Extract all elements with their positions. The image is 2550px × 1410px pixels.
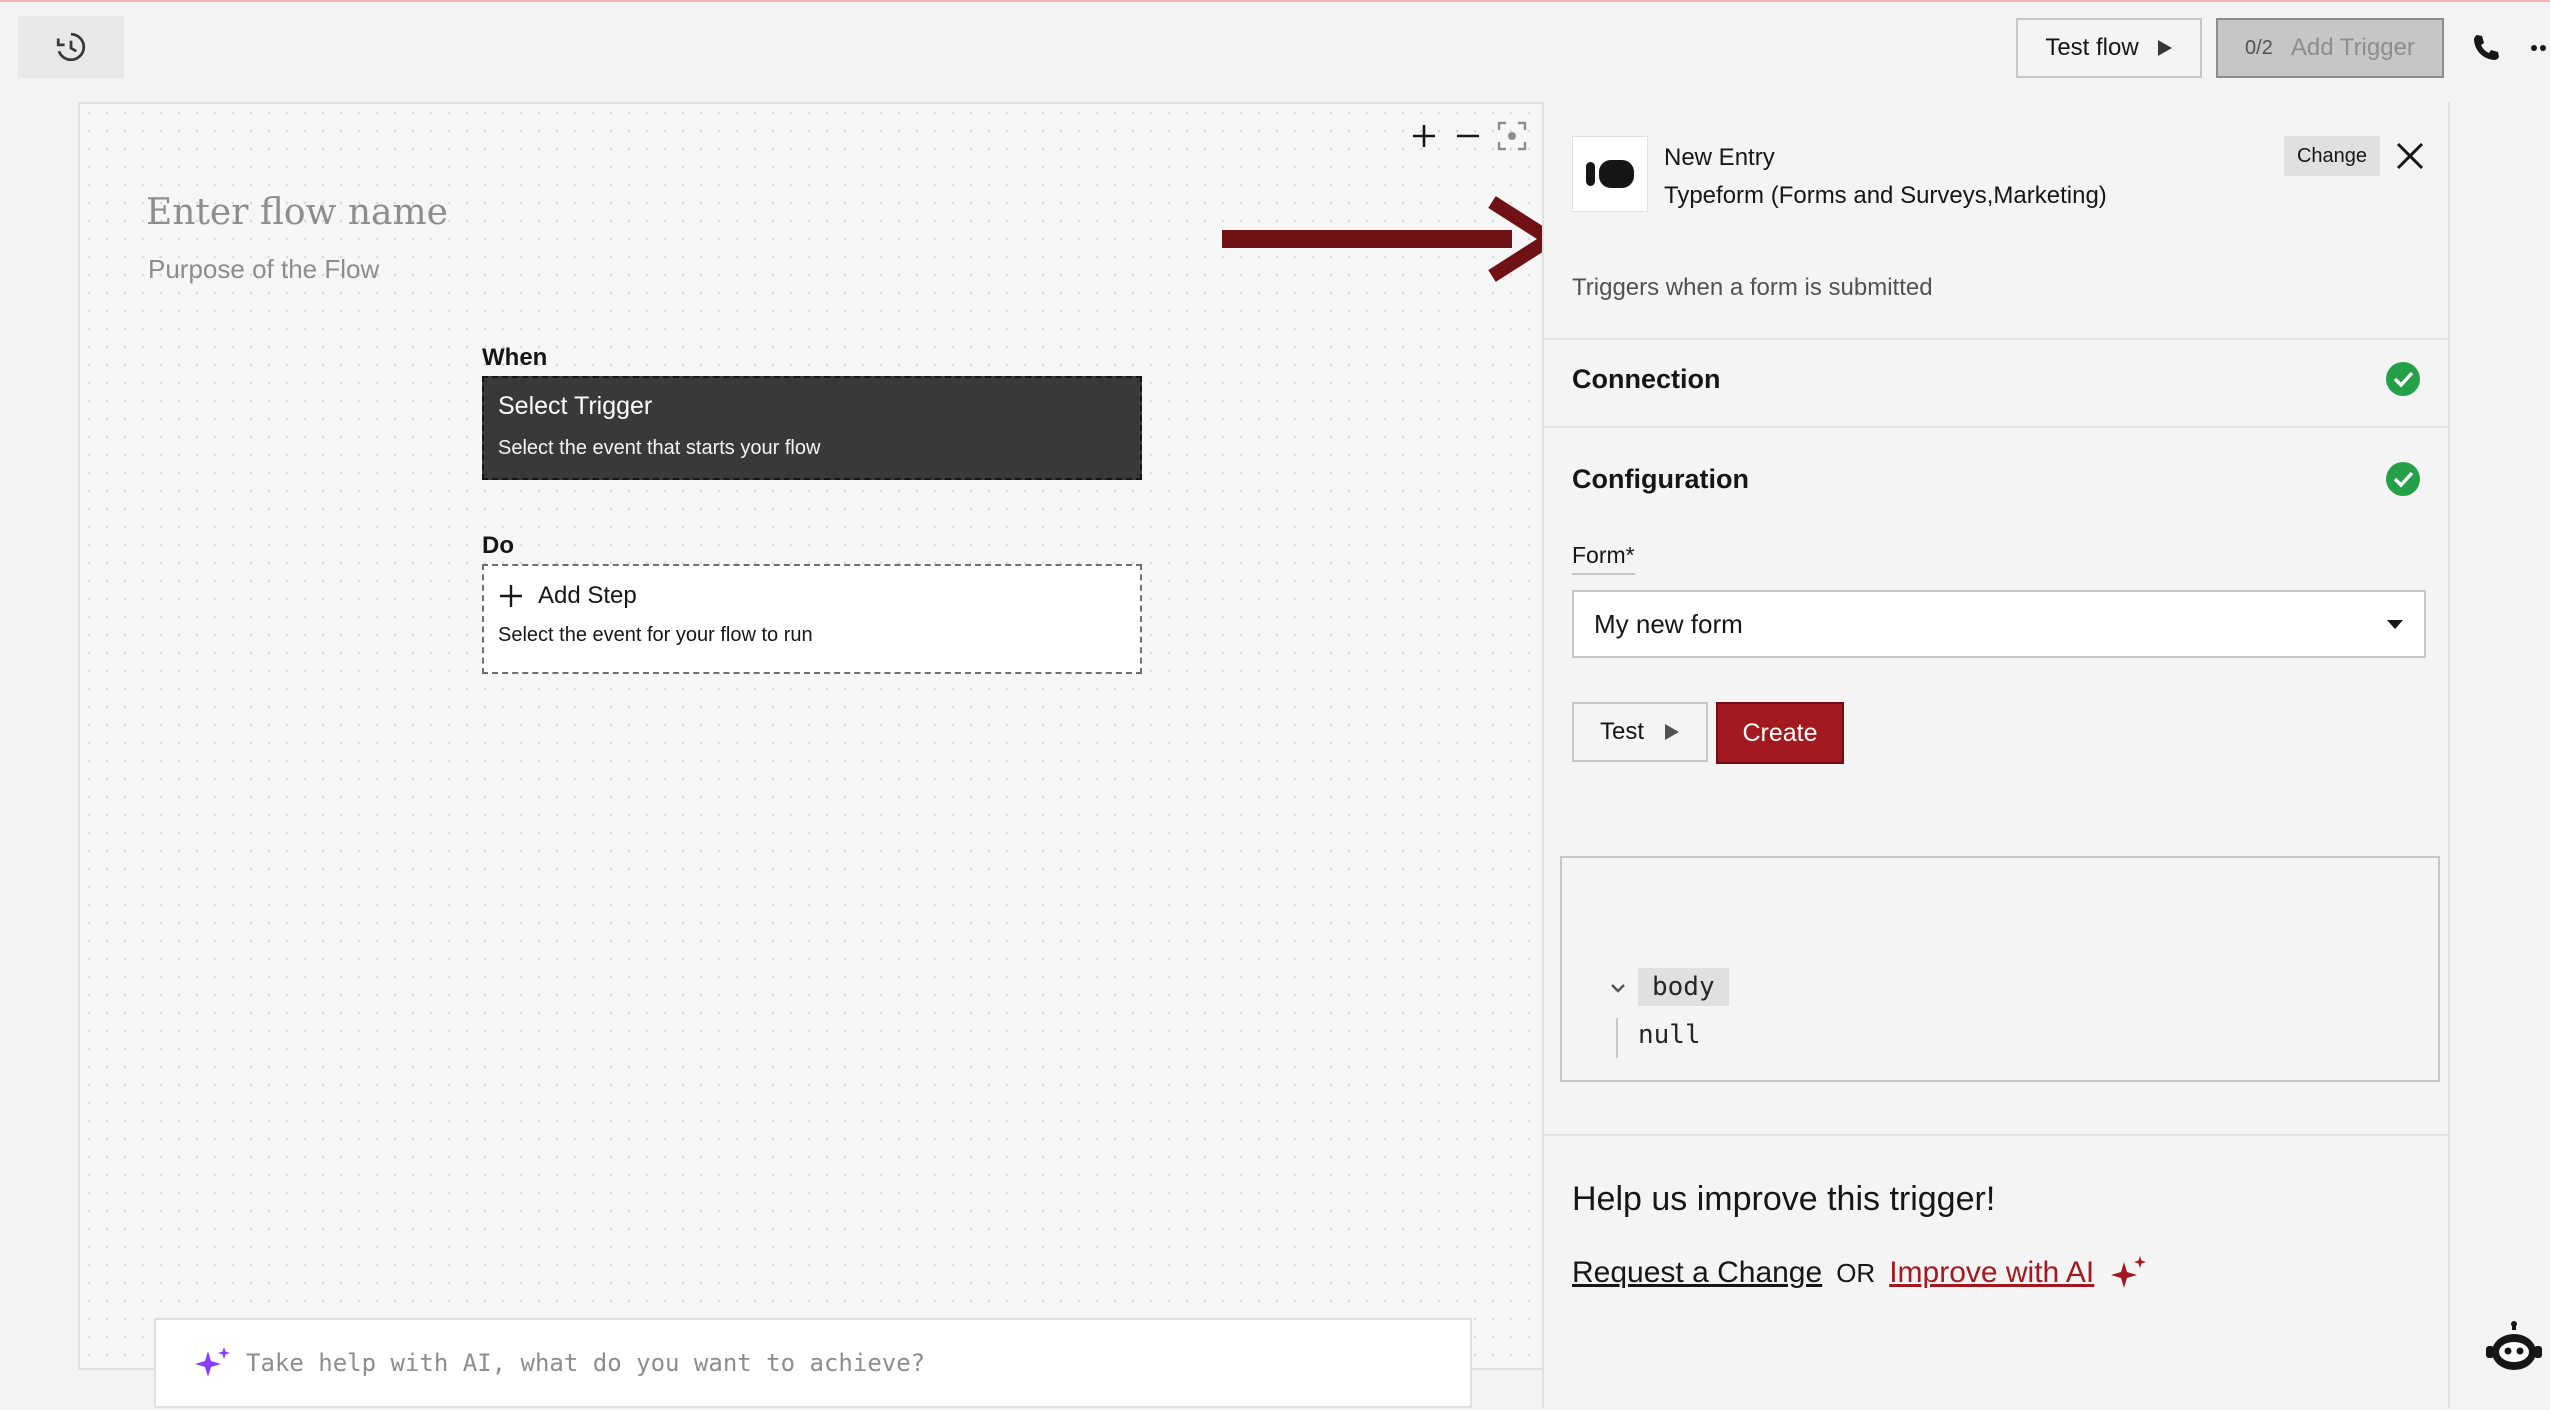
- play-icon: [2157, 40, 2172, 56]
- sparkle-icon: [195, 1347, 230, 1377]
- plus-icon: [500, 585, 522, 607]
- chevron-down-icon: [2387, 620, 2403, 629]
- divider: [1544, 426, 2448, 428]
- request-change-link[interactable]: Request a Change: [1572, 1256, 1822, 1290]
- form-select[interactable]: My new form: [1572, 590, 2426, 658]
- play-icon: [1665, 724, 1679, 740]
- connection-check-icon: [2386, 362, 2420, 396]
- form-field-label: Form*: [1572, 542, 1635, 575]
- configuration-section-title[interactable]: Configuration: [1572, 464, 1749, 495]
- top-accent-line: [0, 0, 2550, 2]
- add-step-label: Add Step: [538, 582, 637, 609]
- test-flow-label: Test flow: [2045, 34, 2139, 61]
- zoom-controls: [1408, 120, 1528, 152]
- typeform-logo: [1572, 136, 1648, 212]
- sparkle-icon: [2111, 1256, 2147, 1288]
- zoom-out-icon[interactable]: [1452, 120, 1484, 152]
- test-button[interactable]: Test: [1572, 702, 1708, 762]
- select-trigger-card[interactable]: Select Trigger Select the event that sta…: [482, 376, 1142, 480]
- connection-section-title[interactable]: Connection: [1572, 364, 1721, 395]
- json-value: null: [1638, 1020, 1701, 1050]
- zoom-in-icon[interactable]: [1408, 120, 1440, 152]
- phone-icon[interactable]: [2470, 32, 2502, 64]
- when-label: When: [482, 344, 548, 371]
- add-trigger-button[interactable]: 0/2 Add Trigger: [2216, 18, 2444, 78]
- json-key: body: [1638, 968, 1729, 1006]
- or-separator: OR: [1836, 1257, 1876, 1288]
- flow-canvas[interactable]: Enter flow name Purpose of the Flow When…: [78, 102, 1544, 1408]
- improve-with-ai-link[interactable]: Improve with AI: [1889, 1256, 2094, 1290]
- trigger-name: New Entry: [1664, 144, 1775, 171]
- test-output-viewer: body null: [1560, 856, 2440, 1082]
- trigger-config-panel: New Entry Typeform (Forms and Surveys,Ma…: [1542, 102, 2450, 1408]
- history-icon: [56, 32, 86, 62]
- close-icon[interactable]: [2392, 138, 2428, 174]
- trigger-description: Triggers when a form is submitted: [1572, 274, 1933, 301]
- divider: [1544, 338, 2448, 340]
- collapse-chevron-icon[interactable]: [1608, 978, 1628, 998]
- test-flow-button[interactable]: Test flow: [2016, 18, 2202, 78]
- test-button-label: Test: [1599, 718, 1644, 745]
- flow-purpose-input[interactable]: Purpose of the Flow: [148, 254, 379, 285]
- help-title: Help us improve this trigger!: [1572, 1180, 1996, 1218]
- trigger-count: 0/2: [2245, 36, 2273, 59]
- app-name: Typeform (Forms and Surveys,Marketing): [1664, 182, 2107, 209]
- configuration-check-icon: [2386, 462, 2420, 496]
- add-step-card[interactable]: Add Step Select the event for your flow …: [482, 564, 1142, 674]
- change-button[interactable]: Change: [2284, 136, 2380, 176]
- form-select-value: My new form: [1594, 608, 1743, 639]
- add-trigger-label: Add Trigger: [2290, 34, 2415, 61]
- create-button[interactable]: Create: [1716, 702, 1844, 764]
- divider: [1544, 1134, 2448, 1136]
- ai-prompt-input[interactable]: [246, 1349, 1446, 1377]
- history-button[interactable]: [18, 16, 124, 78]
- help-actions: Request a Change OR Improve with AI: [1572, 1254, 2148, 1292]
- flow-name-input[interactable]: Enter flow name: [146, 192, 448, 233]
- json-tree-line: [1616, 1018, 1618, 1058]
- select-trigger-subtitle: Select the event that starts your flow: [498, 437, 821, 459]
- do-label: Do: [482, 532, 514, 559]
- assistant-bot-icon[interactable]: [2484, 1320, 2544, 1376]
- typeform-icon: [1586, 160, 1634, 188]
- ai-prompt-bar[interactable]: [154, 1318, 1472, 1408]
- add-step-subtitle: Select the event for your flow to run: [498, 624, 813, 646]
- select-trigger-title: Select Trigger: [498, 392, 653, 420]
- annotation-arrow: [1222, 196, 1564, 282]
- more-icon[interactable]: [2530, 40, 2550, 56]
- fit-view-icon[interactable]: [1496, 120, 1528, 152]
